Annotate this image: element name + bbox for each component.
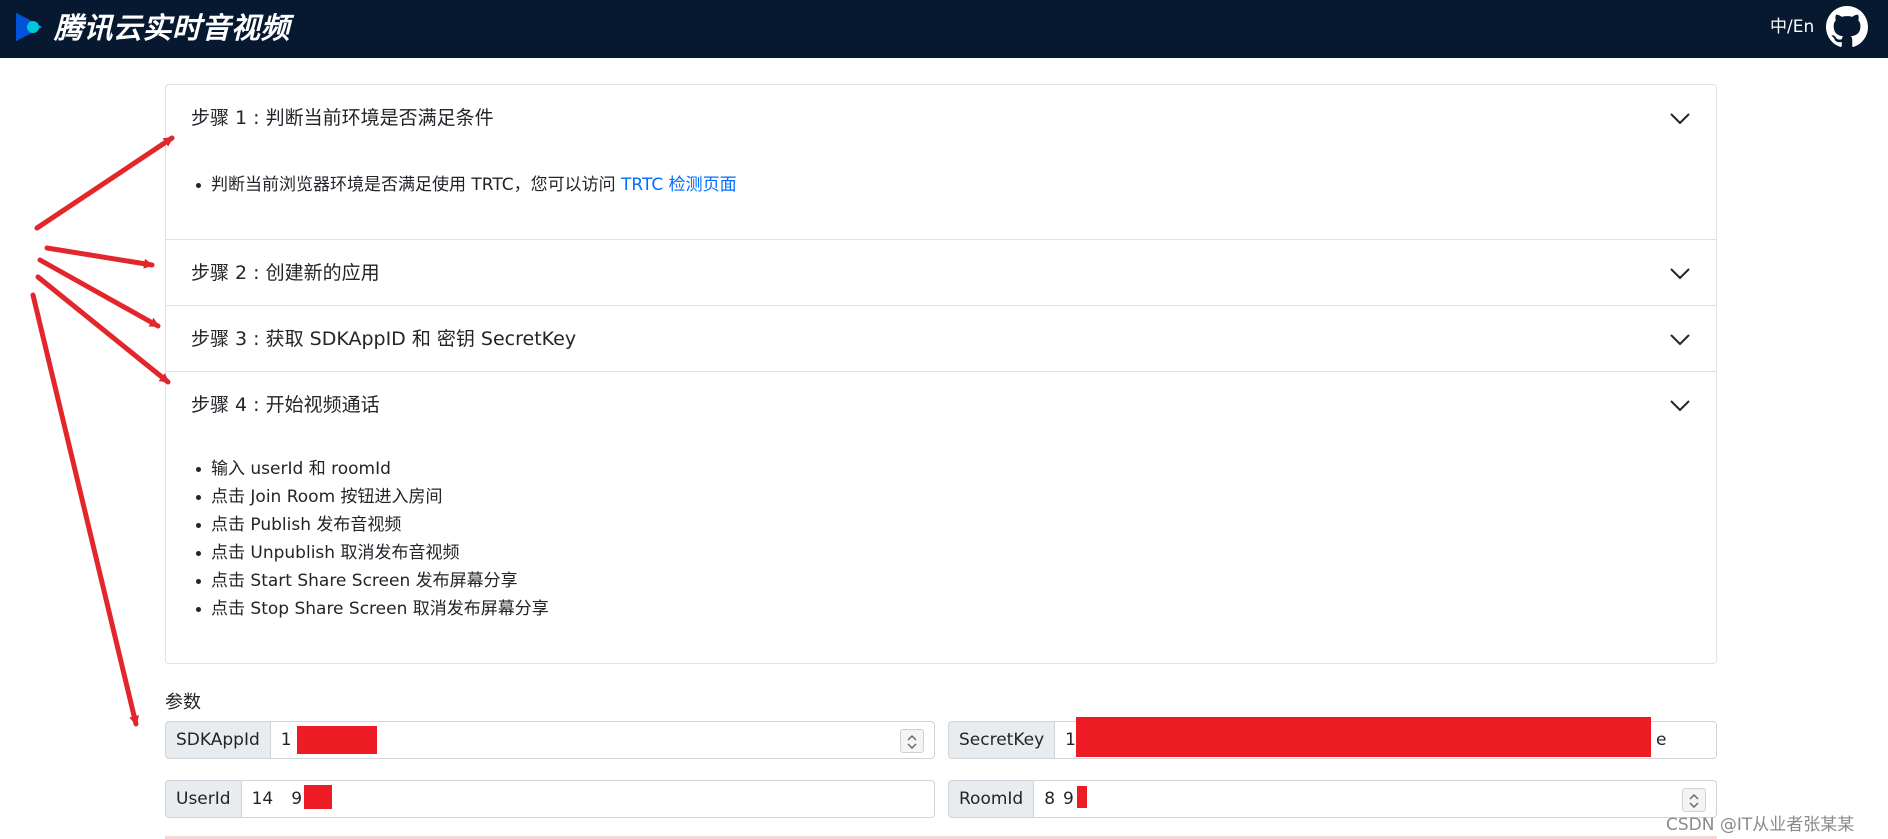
- language-toggle[interactable]: 中/En: [1770, 16, 1814, 38]
- step-1-body: 判断当前浏览器环境是否满足使用 TRTC，您可以访问 TRTC 检测页面: [191, 171, 737, 199]
- stepper-arrows-icon: [907, 735, 917, 749]
- roomid-label: RoomId: [948, 780, 1035, 818]
- redaction-block: [304, 785, 332, 809]
- step-3-title: 步骤 3 : 获取 SDKAppID 和 密钥 SecretKey: [191, 328, 577, 350]
- arrow-to-step-3: [37, 257, 161, 329]
- list-item: 点击 Stop Share Screen 取消发布屏幕分享: [191, 595, 549, 623]
- step-2-header[interactable]: 步骤 2 : 创建新的应用: [166, 240, 1716, 306]
- chevron-down-icon: [1670, 268, 1690, 280]
- userid-label: UserId: [165, 780, 242, 818]
- params-heading: 参数: [165, 692, 201, 713]
- redaction-block: [1076, 717, 1651, 757]
- top-nav-bar: 腾讯云实时音视频 中/En: [0, 0, 1888, 58]
- arrow-to-step-4: [35, 274, 171, 385]
- list-item: 点击 Publish 发布音视频: [191, 511, 549, 539]
- watermark-text: CSDN @IT从业者张某某: [1666, 815, 1855, 835]
- trtc-check-link[interactable]: TRTC 检测页面: [621, 175, 737, 195]
- step-4-title: 步骤 4 : 开始视频通话: [191, 394, 380, 416]
- arrow-to-step-2: [44, 245, 155, 269]
- brand-title: 腾讯云实时音视频: [54, 11, 291, 45]
- chevron-down-icon: [1670, 400, 1690, 412]
- step-3-header[interactable]: 步骤 3 : 获取 SDKAppID 和 密钥 SecretKey: [166, 306, 1716, 372]
- number-stepper[interactable]: [900, 729, 924, 753]
- stepper-arrows-icon: [1689, 794, 1699, 808]
- number-stepper[interactable]: [1682, 788, 1706, 812]
- sdkappid-group: SDKAppId 10: [165, 721, 935, 759]
- secretkey-label: SecretKey: [948, 721, 1056, 759]
- step-4-body: 输入 userId 和 roomId 点击 Join Room 按钮进入房间 点…: [191, 455, 549, 623]
- userid-group: UserId 14 91: [165, 780, 935, 818]
- step-2-title: 步骤 2 : 创建新的应用: [191, 262, 380, 284]
- steps-accordion: 步骤 1 : 判断当前环境是否满足条件 判断当前浏览器环境是否满足使用 TRTC…: [165, 84, 1717, 664]
- roomid-input[interactable]: 89: [1034, 780, 1717, 818]
- list-item: 判断当前浏览器环境是否满足使用 TRTC，您可以访问 TRTC 检测页面: [191, 171, 737, 199]
- chevron-down-icon: [1670, 334, 1690, 346]
- roomid-group: RoomId 89: [948, 780, 1717, 818]
- chevron-down-icon: [1670, 113, 1690, 125]
- sdkappid-label: SDKAppId: [165, 721, 271, 759]
- github-icon[interactable]: [1826, 6, 1868, 48]
- step-1-title: 步骤 1 : 判断当前环境是否满足条件: [191, 107, 494, 129]
- userid-input[interactable]: 14 91: [241, 780, 935, 818]
- redaction-block: [297, 726, 377, 754]
- list-item: 输入 userId 和 roomId: [191, 455, 549, 483]
- list-item: 点击 Join Room 按钮进入房间: [191, 483, 549, 511]
- trtc-logo-icon: [16, 13, 42, 41]
- step-4-header[interactable]: 步骤 4 : 开始视频通话: [166, 372, 1716, 438]
- list-item: 点击 Start Share Screen 发布屏幕分享: [191, 567, 549, 595]
- arrow-to-step-1: [34, 135, 175, 231]
- list-item: 点击 Unpublish 取消发布音视频: [191, 539, 549, 567]
- step-1-header[interactable]: 步骤 1 : 判断当前环境是否满足条件: [166, 85, 1716, 151]
- redaction-block: [1077, 786, 1087, 808]
- arrow-to-params: [30, 292, 139, 727]
